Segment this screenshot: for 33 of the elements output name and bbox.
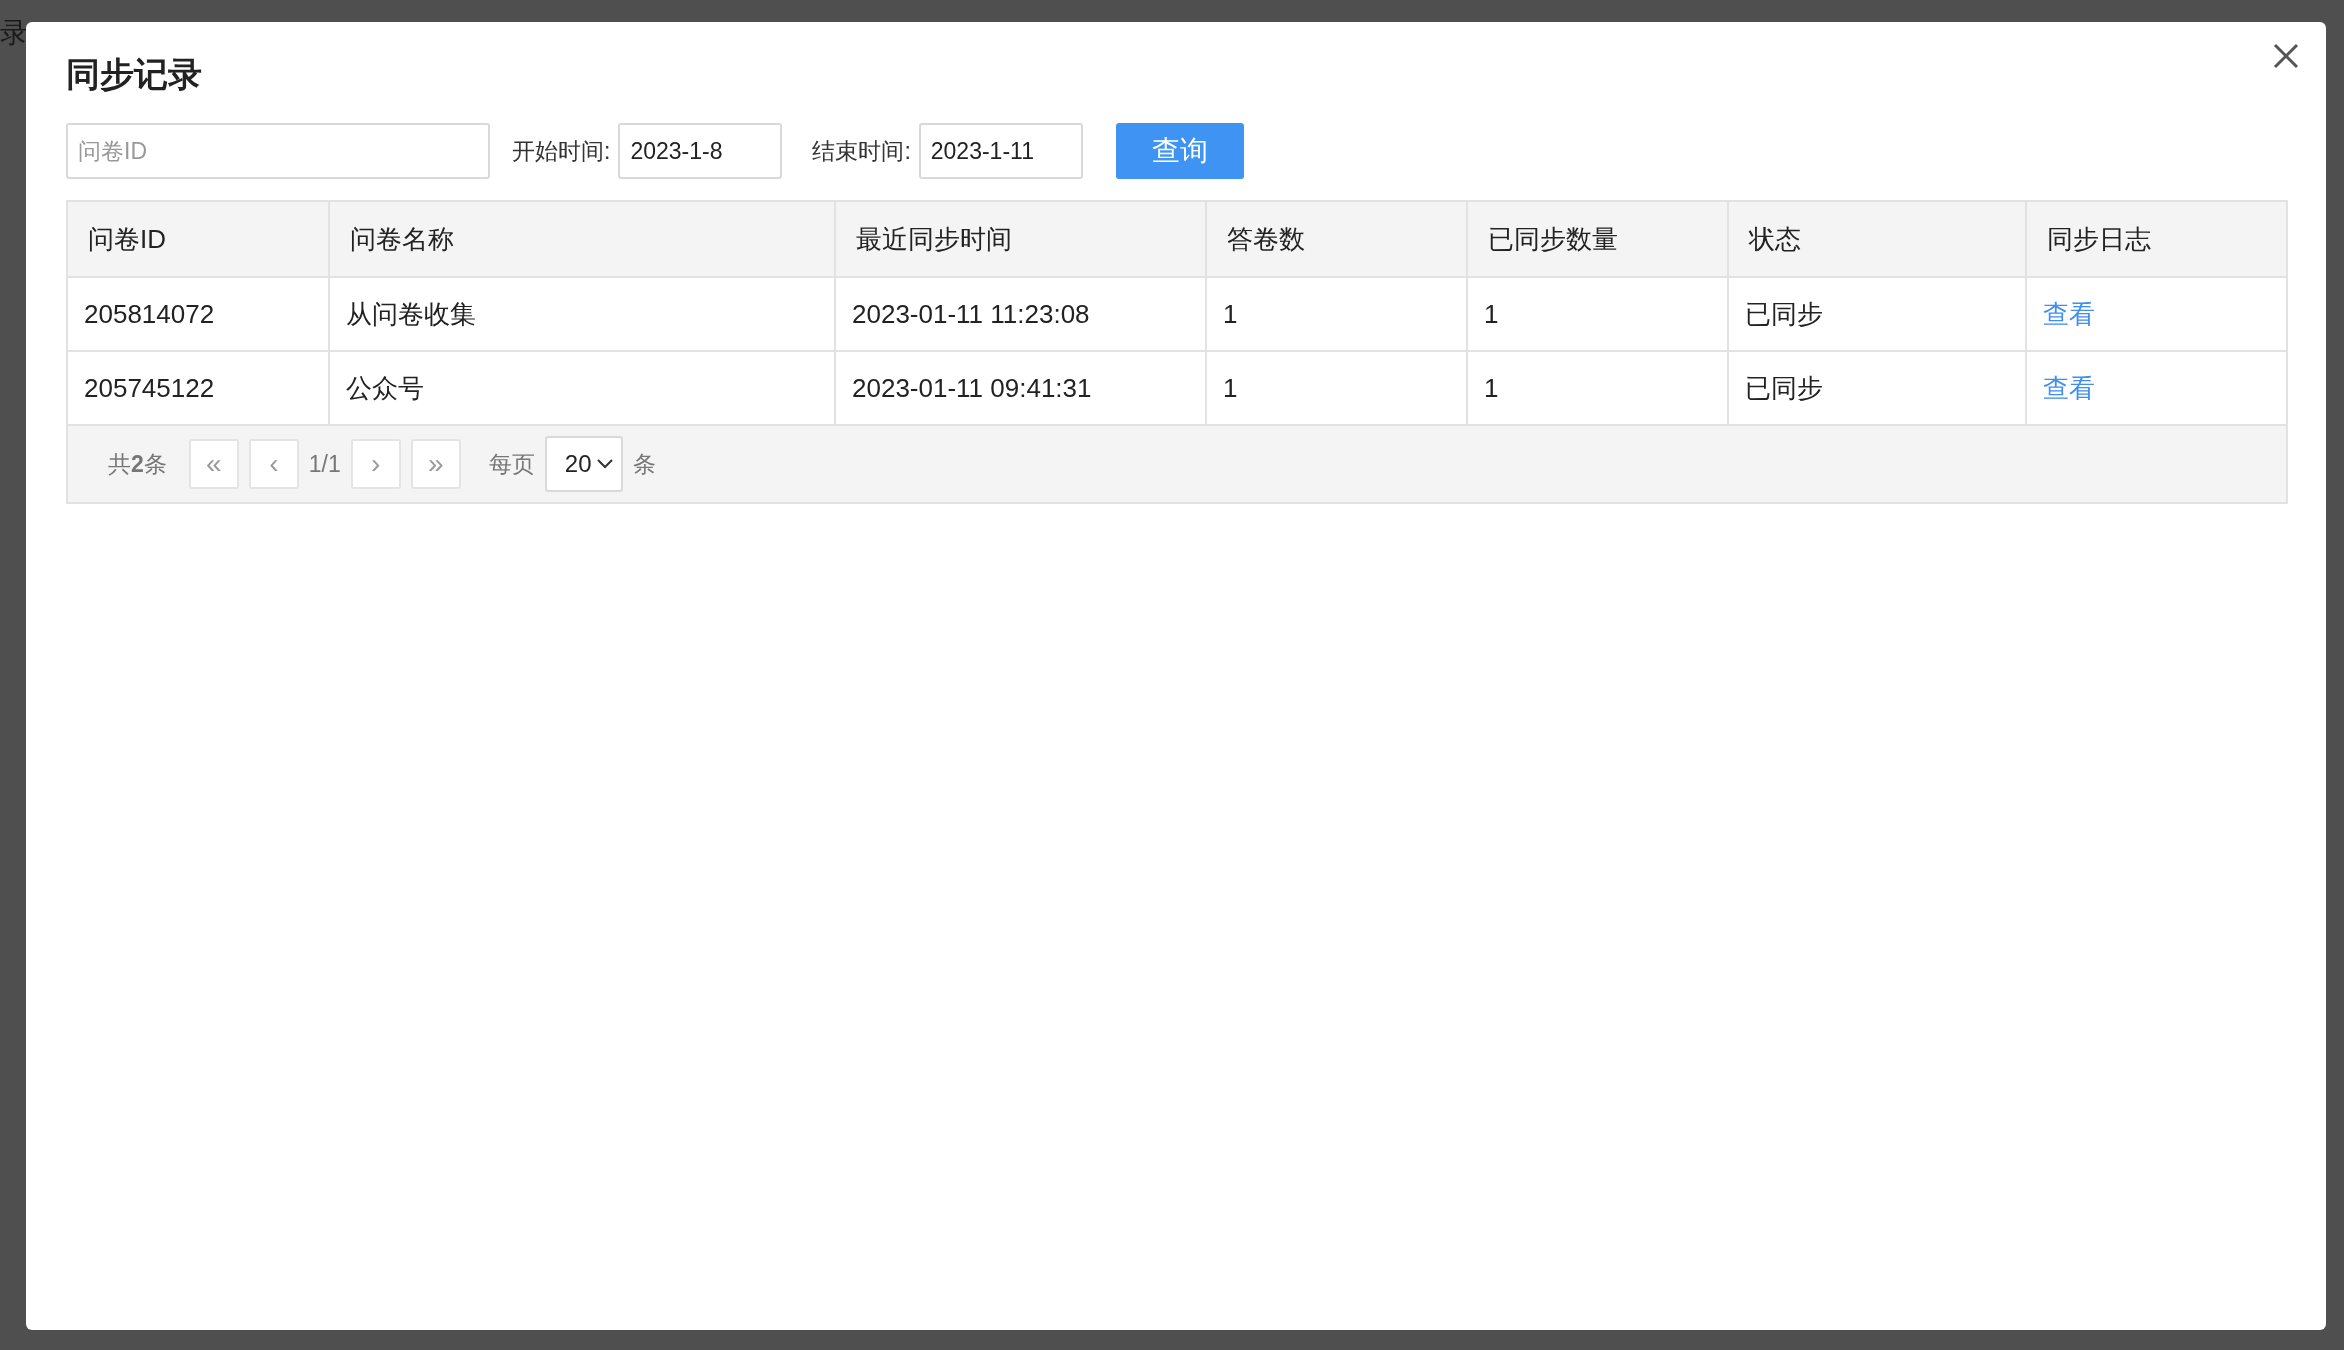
table-cell: 从问卷收集	[329, 277, 835, 351]
table-cell: 205814072	[67, 277, 329, 351]
column-header: 同步日志	[2026, 201, 2287, 277]
previous-page-button[interactable]: ‹	[248, 439, 299, 489]
view-link[interactable]: 查看	[2043, 298, 2095, 329]
close-icon	[2273, 43, 2299, 69]
chevron-down-icon	[597, 459, 614, 469]
start-time-label: 开始时间:	[512, 136, 611, 166]
column-header: 问卷ID	[67, 201, 329, 277]
table-cell: 已同步	[1728, 277, 2026, 351]
page-indicator: 1/1	[308, 450, 341, 478]
page-size-select[interactable]: 20	[544, 436, 624, 492]
end-time-field[interactable]: 2023-1-11	[918, 123, 1083, 179]
column-header: 状态	[1728, 201, 2026, 277]
view-link[interactable]: 查看	[2043, 372, 2095, 403]
first-page-button[interactable]: «	[188, 439, 239, 489]
column-header: 最近同步时间	[835, 201, 1206, 277]
survey-id-field[interactable]: 问卷ID	[66, 123, 490, 179]
next-page-button[interactable]: ›	[350, 439, 401, 489]
column-header: 已同步数量	[1467, 201, 1728, 277]
per-page-unit: 条	[633, 449, 657, 479]
per-page-label: 每页	[488, 449, 535, 479]
table-cell: 1	[1467, 277, 1728, 351]
dialog-title: 同步记录	[66, 54, 202, 95]
last-page-button[interactable]: »	[410, 439, 461, 489]
table-cell: 1	[1206, 277, 1467, 351]
query-button[interactable]: 查询	[1115, 123, 1244, 179]
table-cell: 2023-01-11 11:23:08	[835, 277, 1206, 351]
end-time-label: 结束时间:	[812, 136, 911, 166]
start-time-field[interactable]: 2023-1-8	[618, 123, 783, 179]
column-header: 答卷数	[1206, 201, 1467, 277]
total-count: 共2条	[108, 449, 167, 479]
column-header: 问卷名称	[329, 201, 835, 277]
